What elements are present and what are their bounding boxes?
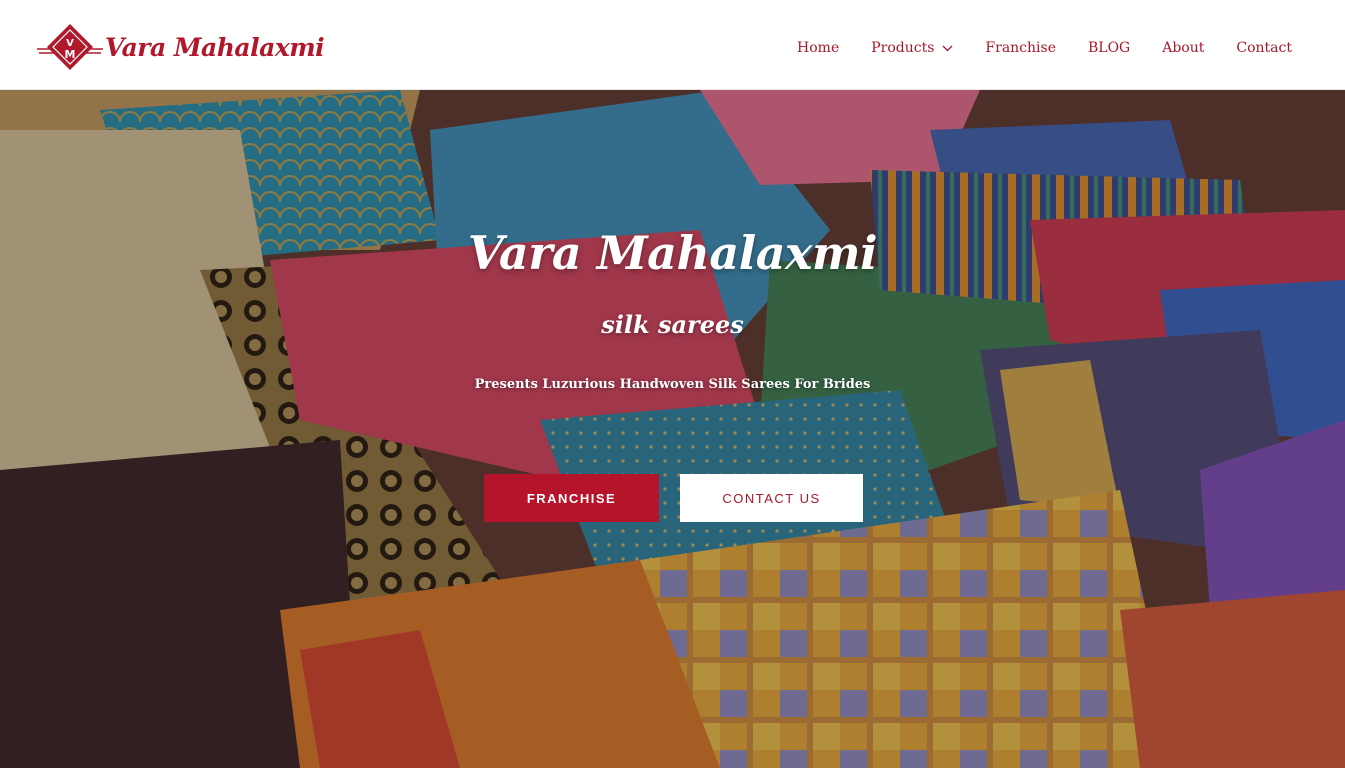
nav-about[interactable]: About: [1162, 40, 1204, 56]
brand-name: Vara Mahalaxmi: [105, 32, 325, 62]
brand-logo[interactable]: V M Vara Mahalaxmi: [37, 22, 325, 72]
contact-us-button[interactable]: CONTACT US: [680, 474, 863, 522]
nav-products[interactable]: Products: [871, 40, 953, 56]
nav-blog[interactable]: BLOG: [1088, 40, 1130, 56]
nav-franchise[interactable]: Franchise: [985, 40, 1056, 56]
hero-title: Vara Mahalaxmi: [467, 226, 878, 280]
hero-subtitle: silk sarees: [601, 310, 744, 339]
main-nav: Home Products Franchise BLOG About Conta…: [797, 40, 1292, 56]
hero-section: Vara Mahalaxmi silk sarees Presents Luzu…: [0, 90, 1345, 768]
chevron-down-icon: [942, 45, 953, 51]
nav-contact[interactable]: Contact: [1236, 40, 1292, 56]
hero-overlay: [0, 90, 1345, 768]
site-header: V M Vara Mahalaxmi Home Products Franchi…: [0, 0, 1345, 90]
svg-text:M: M: [65, 48, 76, 61]
hero-tagline: Presents Luzurious Handwoven Silk Sarees…: [474, 377, 871, 392]
vm-diamond-logo-icon: V M: [37, 24, 103, 70]
franchise-button[interactable]: FRANCHISE: [484, 474, 659, 522]
nav-products-label: Products: [871, 40, 935, 56]
nav-home[interactable]: Home: [797, 40, 839, 56]
